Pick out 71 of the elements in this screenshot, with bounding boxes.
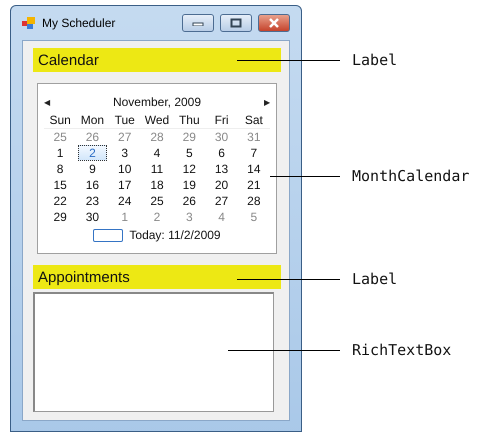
calendar-day[interactable]: 30 bbox=[76, 209, 109, 225]
calendar-day[interactable]: 27 bbox=[205, 193, 238, 209]
calendar-day[interactable]: 7 bbox=[238, 145, 270, 161]
calendar-day[interactable]: 28 bbox=[238, 193, 270, 209]
callout-label: RichTextBox bbox=[352, 341, 452, 359]
app-icon bbox=[22, 16, 36, 30]
calendar-day[interactable]: 17 bbox=[108, 177, 141, 193]
leader-line bbox=[270, 176, 340, 177]
calendar-day[interactable]: 1 bbox=[44, 145, 76, 161]
calendar-day[interactable]: 31 bbox=[238, 129, 270, 145]
close-button[interactable] bbox=[258, 14, 290, 32]
calendar-day[interactable]: 6 bbox=[205, 145, 238, 161]
calendar-day[interactable]: 4 bbox=[140, 145, 174, 161]
calendar-label: Calendar bbox=[33, 48, 281, 72]
weekday-header: Thu bbox=[173, 111, 206, 129]
calendar-day[interactable]: 28 bbox=[140, 129, 174, 145]
calendar-day[interactable]: 8 bbox=[44, 161, 76, 177]
calendar-day[interactable]: 24 bbox=[108, 193, 141, 209]
calendar-day[interactable]: 2 bbox=[78, 145, 107, 161]
window-title: My Scheduler bbox=[42, 16, 116, 30]
weekday-header: Tue bbox=[108, 111, 141, 129]
maximize-icon bbox=[230, 18, 242, 28]
calendar-day[interactable]: 29 bbox=[173, 129, 206, 145]
calendar-day[interactable]: 10 bbox=[108, 161, 141, 177]
calendar-day[interactable]: 11 bbox=[140, 161, 174, 177]
weekday-header: Sat bbox=[238, 111, 270, 129]
calendar-day[interactable]: 9 bbox=[76, 161, 109, 177]
calendar-day[interactable]: 12 bbox=[173, 161, 206, 177]
calendar-day[interactable]: 23 bbox=[76, 193, 109, 209]
month-calendar[interactable]: ◀ November, 2009 ▶ Sun Mon Tue Wed Thu Fri Sat 25 26 27 28 29 30 31 1 2 3 4 5 6 7 8 9 10 11 12 13 14 15 16 17 18 19 20 21 22 23 24 25 26 27 28 29 30 1 2 3 4 5 Today: 11/2/2009 bbox=[37, 83, 277, 254]
calendar-day[interactable]: 26 bbox=[76, 129, 109, 145]
today-link[interactable]: Today: 11/2/2009 bbox=[129, 228, 221, 242]
next-month-button[interactable]: ▶ bbox=[264, 98, 270, 106]
calendar-day[interactable]: 29 bbox=[44, 209, 76, 225]
previous-month-button[interactable]: ◀ bbox=[44, 98, 50, 106]
calendar-day[interactable]: 16 bbox=[76, 177, 109, 193]
calendar-day[interactable]: 26 bbox=[173, 193, 206, 209]
calendar-day[interactable]: 1 bbox=[108, 209, 141, 225]
callout-label: Label bbox=[352, 270, 398, 288]
calendar-day[interactable]: 25 bbox=[140, 193, 174, 209]
callout-label: Label bbox=[352, 51, 398, 69]
calendar-day[interactable]: 3 bbox=[173, 209, 206, 225]
calendar-day[interactable]: 5 bbox=[238, 209, 270, 225]
rich-text-box[interactable] bbox=[33, 292, 274, 412]
calendar-day[interactable]: 18 bbox=[140, 177, 174, 193]
callout-label: MonthCalendar bbox=[352, 167, 470, 185]
month-title: November, 2009 bbox=[112, 95, 202, 109]
minimize-icon bbox=[192, 20, 204, 26]
calendar-day[interactable]: 19 bbox=[173, 177, 206, 193]
calendar-day[interactable]: 25 bbox=[44, 129, 76, 145]
calendar-day[interactable]: 30 bbox=[205, 129, 238, 145]
weekday-header: Wed bbox=[140, 111, 174, 129]
weekday-header: Mon bbox=[76, 111, 109, 129]
calendar-day[interactable]: 2 bbox=[140, 209, 174, 225]
calendar-day[interactable]: 27 bbox=[108, 129, 141, 145]
weekday-header: Fri bbox=[205, 111, 238, 129]
calendar-day[interactable]: 20 bbox=[205, 177, 238, 193]
calendar-day[interactable]: 22 bbox=[44, 193, 76, 209]
maximize-button[interactable] bbox=[220, 14, 252, 32]
weekday-header: Sun bbox=[44, 111, 76, 129]
calendar-day[interactable]: 15 bbox=[44, 177, 76, 193]
calendar-day[interactable]: 21 bbox=[238, 177, 270, 193]
appointments-label: Appointments bbox=[33, 265, 281, 289]
calendar-day[interactable]: 5 bbox=[173, 145, 206, 161]
close-icon bbox=[268, 18, 280, 28]
minimize-button[interactable] bbox=[182, 14, 214, 32]
calendar-day[interactable]: 3 bbox=[108, 145, 141, 161]
calendar-day[interactable]: 13 bbox=[205, 161, 238, 177]
calendar-day[interactable]: 4 bbox=[205, 209, 238, 225]
calendar-day[interactable]: 14 bbox=[238, 161, 270, 177]
today-marker bbox=[93, 228, 124, 242]
